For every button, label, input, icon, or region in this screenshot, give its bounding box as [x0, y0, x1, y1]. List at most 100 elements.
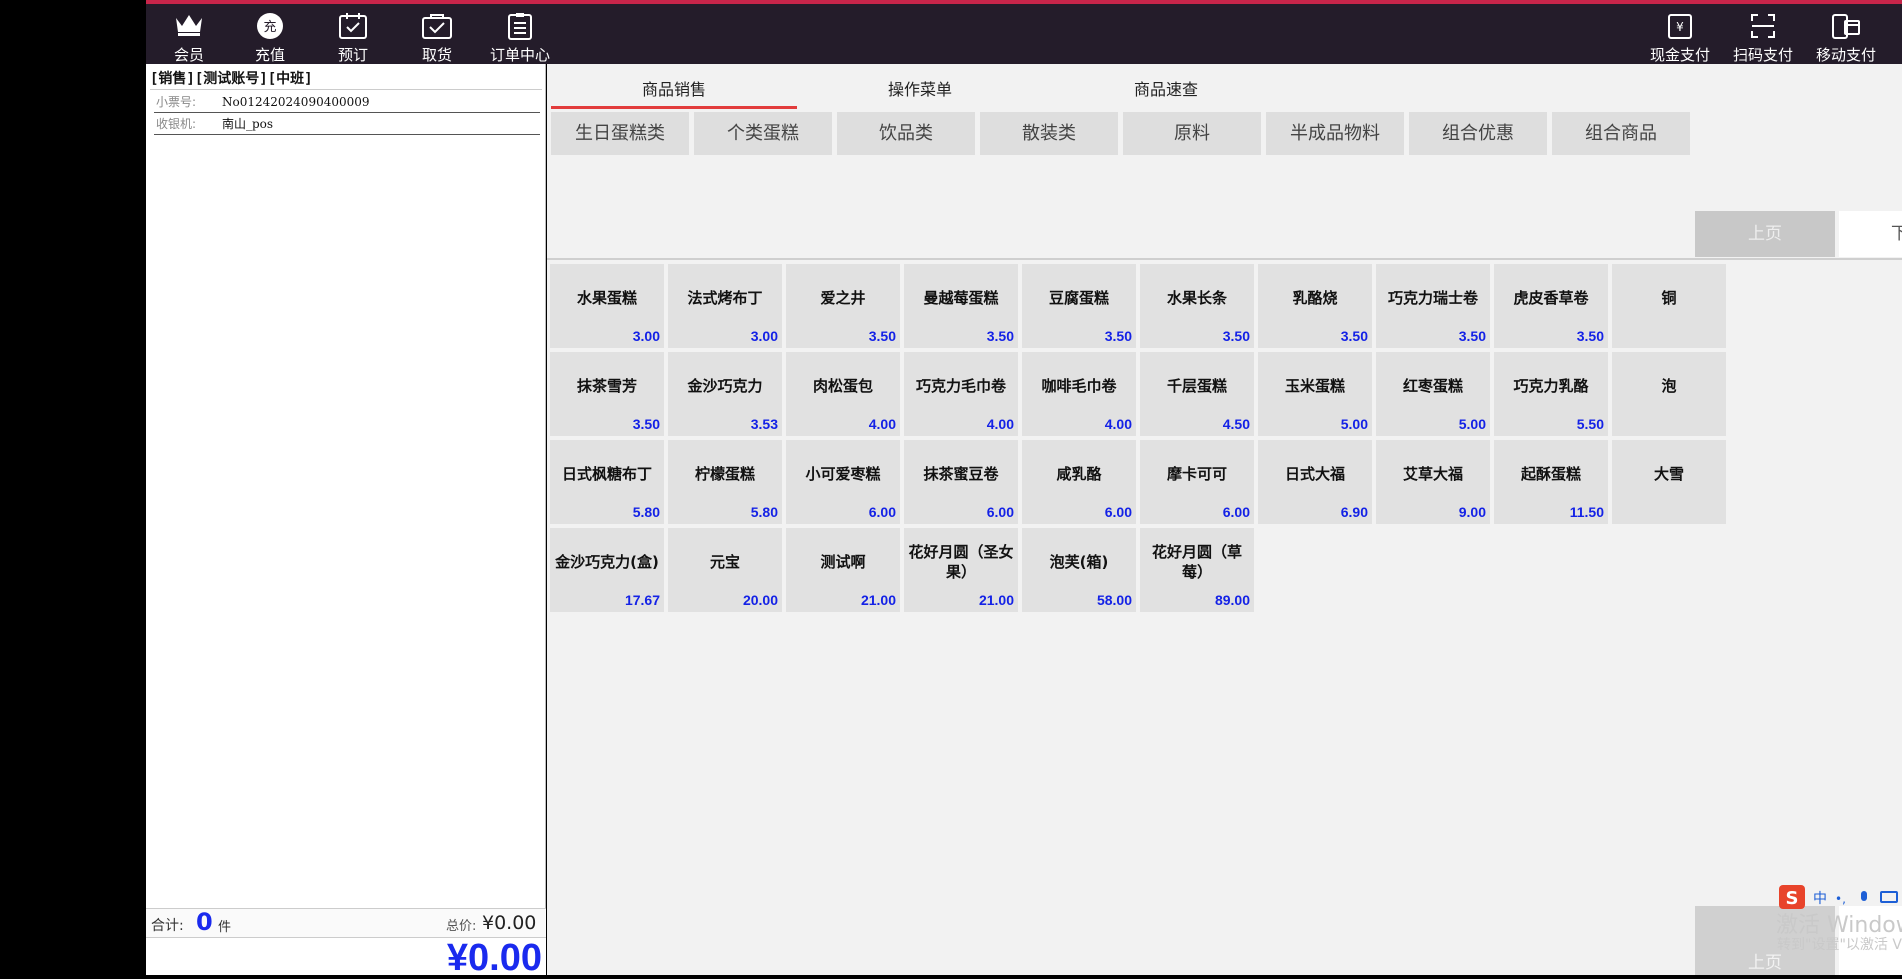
pickup-button[interactable]: 取货: [397, 8, 477, 66]
product-price: 6.90: [1340, 504, 1368, 520]
reserve-button[interactable]: 预订: [313, 8, 393, 66]
category-individual-cake[interactable]: 个类蛋糕: [694, 112, 832, 155]
product-card[interactable]: 金沙巧克力 3.53: [668, 352, 782, 436]
product-card[interactable]: 花好月圆（草莓） 89.00: [1140, 528, 1254, 612]
product-card[interactable]: 咖啡毛巾卷 4.00: [1022, 352, 1136, 436]
recharge-glyph: 充: [263, 19, 276, 35]
product-price: 5.80: [632, 504, 660, 520]
category-next-page-button[interactable]: 下: [1839, 211, 1902, 257]
product-name: 乳酪烧: [1292, 289, 1338, 307]
category-birthday-cake[interactable]: 生日蛋糕类: [551, 112, 689, 155]
tab-product-lookup[interactable]: 商品速查: [1043, 76, 1289, 106]
product-card[interactable]: 乳酪烧 3.50: [1258, 264, 1372, 348]
product-name: 摩卡可可: [1166, 465, 1227, 483]
product-card[interactable]: 曼越莓蛋糕 3.50: [904, 264, 1018, 348]
product-card[interactable]: 日式枫糖布丁 5.80: [550, 440, 664, 524]
product-price: 9.00: [1458, 504, 1486, 520]
category-combo-product[interactable]: 组合商品: [1552, 112, 1690, 155]
product-card[interactable]: 测试啊 21.00: [786, 528, 900, 612]
product-price: 5.80: [750, 504, 778, 520]
product-card[interactable]: 元宝 20.00: [668, 528, 782, 612]
product-card[interactable]: 小可爱枣糕 6.00: [786, 440, 900, 524]
product-card[interactable]: 泡芙(箱) 58.00: [1022, 528, 1136, 612]
product-card[interactable]: 摩卡可可 6.00: [1140, 440, 1254, 524]
ime-toolbar[interactable]: S 中 •,: [1777, 882, 1902, 912]
scan-pay-button[interactable]: 扫码支付: [1723, 8, 1803, 66]
product-card[interactable]: 红枣蛋糕 5.00: [1376, 352, 1490, 436]
product-name: 法式烤布丁: [687, 289, 763, 307]
product-name: 泡: [1661, 377, 1677, 395]
crown-icon: [149, 12, 229, 46]
cash-pay-label: 现金支付: [1649, 46, 1710, 64]
cashier-name: 南山_pos: [222, 117, 274, 131]
product-name: 虎皮香草卷: [1513, 289, 1589, 307]
mobile-pay-button[interactable]: 移动支付: [1806, 8, 1886, 66]
activation-watermark-sub: 转到"设置"以激活 V: [1777, 937, 1902, 953]
product-price: 3.50: [986, 328, 1014, 344]
product-card[interactable]: 铜: [1612, 264, 1726, 348]
scan-icon: [1723, 12, 1803, 46]
product-name: 千层蛋糕: [1166, 377, 1227, 395]
member-button[interactable]: 会员: [149, 8, 229, 66]
session-header: [销售][测试账号][中班]: [150, 68, 542, 90]
cashier-row: 收银机: 南山_pos: [154, 113, 540, 135]
product-card[interactable]: 抹茶蜜豆卷 6.00: [904, 440, 1018, 524]
category-prev-page-button[interactable]: 上页: [1695, 211, 1835, 257]
product-card[interactable]: 日式大福 6.90: [1258, 440, 1372, 524]
category-drinks[interactable]: 饮品类: [837, 112, 975, 155]
recharge-button[interactable]: 充 充值: [230, 8, 310, 66]
product-card[interactable]: 水果蛋糕 3.00: [550, 264, 664, 348]
product-card[interactable]: 虎皮香草卷 3.50: [1494, 264, 1608, 348]
product-card[interactable]: 豆腐蛋糕 3.50: [1022, 264, 1136, 348]
category-combo-discount[interactable]: 组合优惠: [1409, 112, 1547, 155]
calendar-check-icon: [313, 12, 393, 46]
recharge-label: 充值: [254, 46, 285, 64]
product-card[interactable]: 抹茶雪芳 3.50: [550, 352, 664, 436]
product-card[interactable]: 巧克力乳酪 5.50: [1494, 352, 1608, 436]
member-label: 会员: [173, 46, 204, 64]
product-card[interactable]: 起酥蛋糕 11.50: [1494, 440, 1608, 524]
product-area: 商品销售 操作菜单 商品速查 生日蛋糕类 个类蛋糕 饮品类 散装类 原料 半成品…: [547, 64, 1902, 975]
product-price: 4.50: [1222, 416, 1250, 432]
product-card[interactable]: 巧克力瑞士卷 3.50: [1376, 264, 1490, 348]
category-semi-finished[interactable]: 半成品物料: [1266, 112, 1404, 155]
product-price: 6.00: [1222, 504, 1250, 520]
product-card[interactable]: 千层蛋糕 4.50: [1140, 352, 1254, 436]
microphone-icon: [1861, 891, 1867, 901]
product-name: 红枣蛋糕: [1402, 377, 1463, 395]
top-toolbar: 会员 充 充值 预订 取货 订单中心 ¥ 现金支付 扫码支付 移动支付: [146, 0, 1902, 64]
product-card[interactable]: 玉米蛋糕 5.00: [1258, 352, 1372, 436]
product-price: 3.50: [1222, 328, 1250, 344]
product-card[interactable]: 咸乳酪 6.00: [1022, 440, 1136, 524]
product-card[interactable]: 法式烤布丁 3.00: [668, 264, 782, 348]
product-name: 测试啊: [820, 553, 866, 571]
cash-pay-button[interactable]: ¥ 现金支付: [1640, 8, 1720, 66]
product-card[interactable]: 爱之井 3.50: [786, 264, 900, 348]
ticket-row: 小票号: No01242024090400009: [154, 91, 540, 113]
product-card[interactable]: 肉松蛋包 4.00: [786, 352, 900, 436]
product-price: 3.50: [1576, 328, 1604, 344]
product-grid: 水果蛋糕 3.00 法式烤布丁 3.00 爱之井 3.50 曼越莓蛋糕 3.50 豆腐蛋糕 3.5…: [550, 264, 1902, 684]
product-card[interactable]: 艾草大福 9.00: [1376, 440, 1490, 524]
product-card[interactable]: 花好月圆（圣女果） 21.00: [904, 528, 1018, 612]
product-price: 6.00: [868, 504, 896, 520]
product-card[interactable]: 巧克力毛巾卷 4.00: [904, 352, 1018, 436]
product-name: 抹茶雪芳: [576, 377, 637, 395]
product-price: 5.00: [1340, 416, 1368, 432]
mobile-pay-icon: [1806, 12, 1886, 46]
order-center-label: 订单中心: [489, 46, 550, 64]
product-card[interactable]: 泡: [1612, 352, 1726, 436]
product-name: 起酥蛋糕: [1520, 465, 1581, 483]
product-name: 铜: [1661, 289, 1677, 307]
product-card[interactable]: 金沙巧克力(盒) 17.67: [550, 528, 664, 612]
product-card[interactable]: 水果长条 3.50: [1140, 264, 1254, 348]
product-card[interactable]: 柠檬蛋糕 5.80: [668, 440, 782, 524]
order-center-button[interactable]: 订单中心: [480, 8, 560, 66]
category-raw-material[interactable]: 原料: [1123, 112, 1261, 155]
product-price: 4.00: [868, 416, 896, 432]
tab-operation-menu[interactable]: 操作菜单: [797, 76, 1043, 106]
product-card[interactable]: 大雪: [1612, 440, 1726, 524]
product-price: 4.00: [986, 416, 1014, 432]
category-bulk[interactable]: 散装类: [980, 112, 1118, 155]
tab-product-sales[interactable]: 商品销售: [551, 76, 797, 109]
